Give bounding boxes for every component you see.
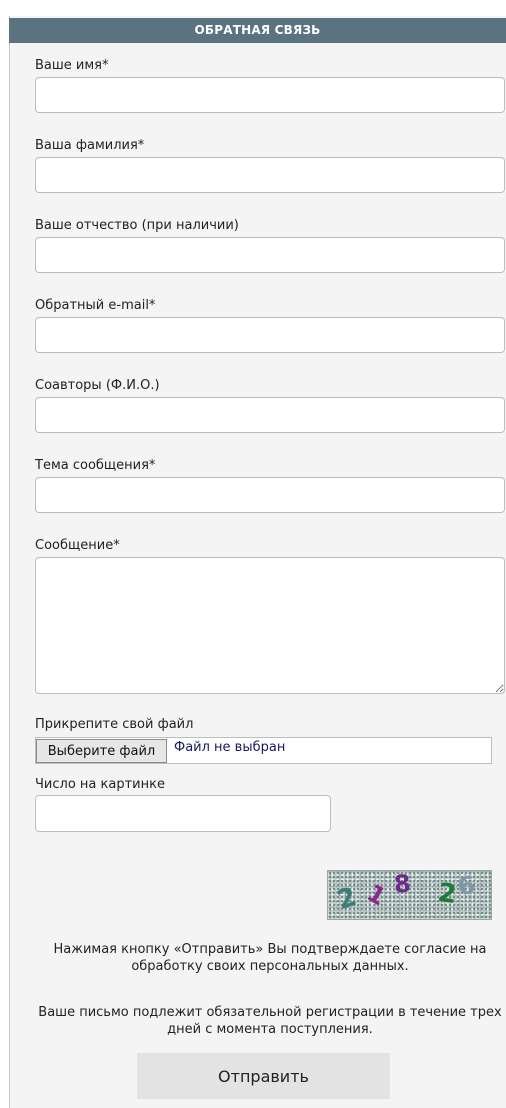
- file-label: Прикрепите свой файл: [35, 717, 194, 732]
- email-label: Обратный e-mail*: [35, 298, 156, 313]
- coauthors-label: Соавторы (Ф.И.О.): [35, 378, 160, 393]
- captcha-digit: 2: [333, 881, 361, 917]
- captcha-digit: 6: [455, 870, 478, 902]
- first-name-input[interactable]: [35, 77, 505, 113]
- last-name-input[interactable]: [35, 157, 505, 193]
- form-title: ОБРАТНАЯ СВЯЗЬ: [9, 18, 506, 43]
- file-status-text: Файл не выбран: [174, 740, 286, 755]
- captcha-digit: 2: [436, 877, 459, 911]
- subject-input[interactable]: [35, 477, 505, 513]
- captcha-label: Число на картинке: [35, 777, 165, 792]
- patronymic-input[interactable]: [35, 237, 505, 273]
- subject-label: Тема сообщения*: [35, 458, 156, 473]
- registration-note: Ваше письмо подлежит обязательной регист…: [38, 1005, 502, 1037]
- captcha-input[interactable]: [35, 795, 331, 832]
- choose-file-button[interactable]: Выберите файл: [36, 739, 167, 763]
- patronymic-label: Ваше отчество (при наличии): [35, 218, 239, 233]
- coauthors-input[interactable]: [35, 397, 505, 433]
- message-textarea[interactable]: [35, 557, 505, 694]
- first-name-label: Ваше имя*: [35, 58, 109, 73]
- captcha-image: 21826: [327, 870, 492, 920]
- consent-note: Нажимая кнопку «Отправить» Вы подтвержда…: [53, 942, 487, 974]
- file-upload[interactable]: Выберите файл Файл не выбран: [35, 737, 492, 764]
- email-input[interactable]: [35, 317, 505, 353]
- message-label: Сообщение*: [35, 538, 120, 553]
- last-name-label: Ваша фамилия*: [35, 138, 145, 153]
- captcha-digit: 1: [362, 878, 391, 912]
- submit-button[interactable]: Отправить: [137, 1053, 390, 1099]
- captcha-digit: 8: [392, 870, 412, 899]
